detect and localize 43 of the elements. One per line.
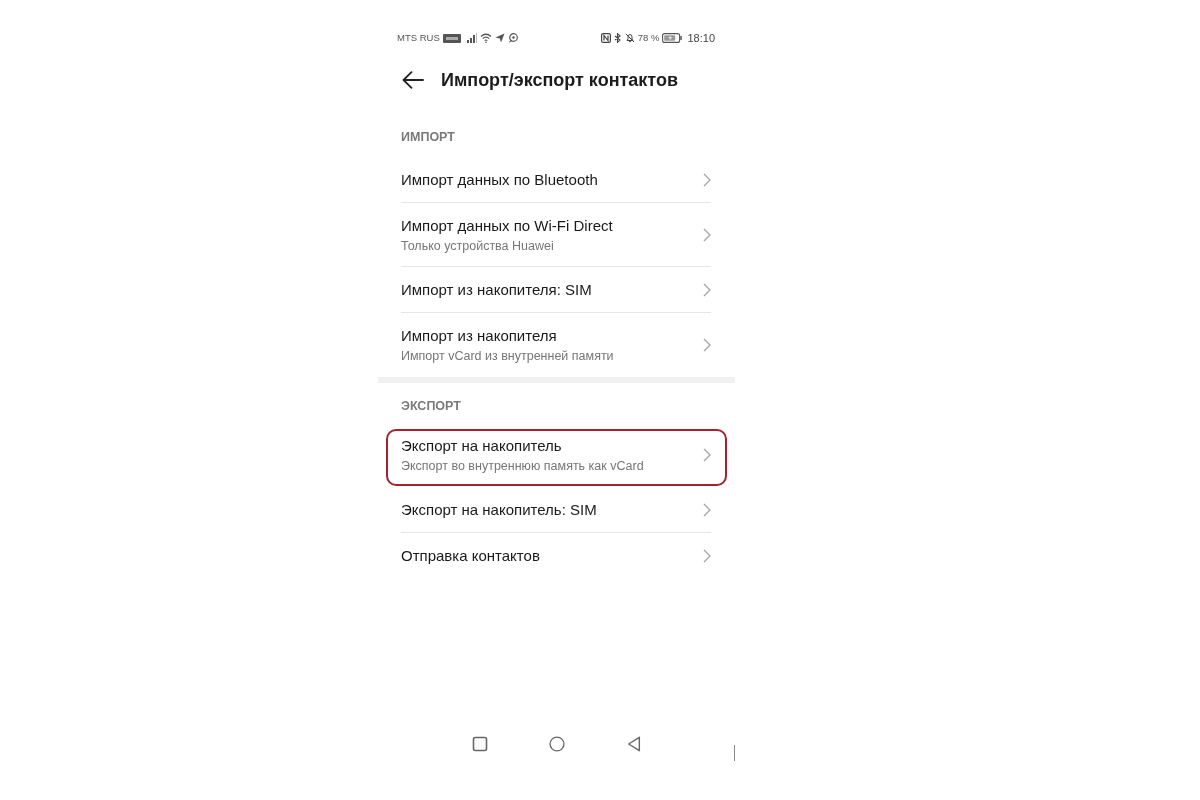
chevron-icon <box>703 173 711 187</box>
page-title: Импорт/экспорт контактов <box>441 69 678 91</box>
list-item[interactable]: Импорт данных по Wi-Fi Direct Только устройства Huawei <box>378 203 735 267</box>
item-title: Экспорт на накопитель: SIM <box>401 501 598 519</box>
bell-off-icon <box>624 33 635 43</box>
list-item[interactable]: Экспорт на накопитель Экспорт во внутреннюю память как vCard <box>378 423 735 487</box>
bluetooth-icon <box>613 33 622 43</box>
section-header: ЭКСПОРТ <box>401 399 462 413</box>
chevron-icon <box>703 228 711 242</box>
back-triangle-icon[interactable] <box>625 736 642 752</box>
paper-plane-icon <box>494 33 505 43</box>
item-title: Импорт из накопителя: SIM <box>401 281 593 299</box>
back-arrow-icon[interactable] <box>402 71 424 89</box>
battery-percent: 78 % <box>637 32 660 44</box>
clock-time: 18:10 <box>687 32 715 44</box>
chevron-icon <box>703 503 711 517</box>
item-title: Импорт данных по Wi-Fi Direct <box>401 216 614 235</box>
battery-icon <box>662 33 683 43</box>
chevron-icon <box>703 338 711 352</box>
item-subtitle: Импорт vCard из внутренней памяти <box>401 348 615 364</box>
carrier-name: MTS RUS <box>397 32 440 44</box>
chevron-icon <box>703 448 711 462</box>
item-title: Импорт данных по Bluetooth <box>401 171 599 189</box>
list-item[interactable]: Импорт данных по Bluetooth <box>378 157 735 203</box>
chevron-icon <box>703 283 711 297</box>
nfc-icon <box>600 33 611 43</box>
chat-bubble-icon <box>507 33 518 43</box>
list-item[interactable]: Импорт из накопителя Импорт vCard из внутренней памяти <box>378 313 735 377</box>
list-item[interactable]: Импорт из накопителя: SIM <box>378 267 735 313</box>
section-header: ИМПОРТ <box>401 130 456 144</box>
chevron-icon <box>703 549 711 563</box>
home-circle-icon[interactable] <box>548 736 565 752</box>
item-title: Отправка контактов <box>401 547 541 565</box>
network-badge-icon <box>442 33 461 43</box>
item-title: Экспорт на накопитель <box>401 436 563 455</box>
recent-apps-square-icon[interactable] <box>471 736 488 752</box>
signal-icon <box>466 33 477 43</box>
wifi-icon <box>479 33 492 43</box>
list-item[interactable]: Отправка контактов <box>378 533 735 579</box>
item-subtitle: Экспорт во внутреннюю память как vCard <box>401 458 645 474</box>
list-item[interactable]: Экспорт на накопитель: SIM <box>378 487 735 533</box>
item-subtitle: Только устройства Huawei <box>401 238 555 254</box>
item-title: Импорт из накопителя <box>401 326 558 345</box>
